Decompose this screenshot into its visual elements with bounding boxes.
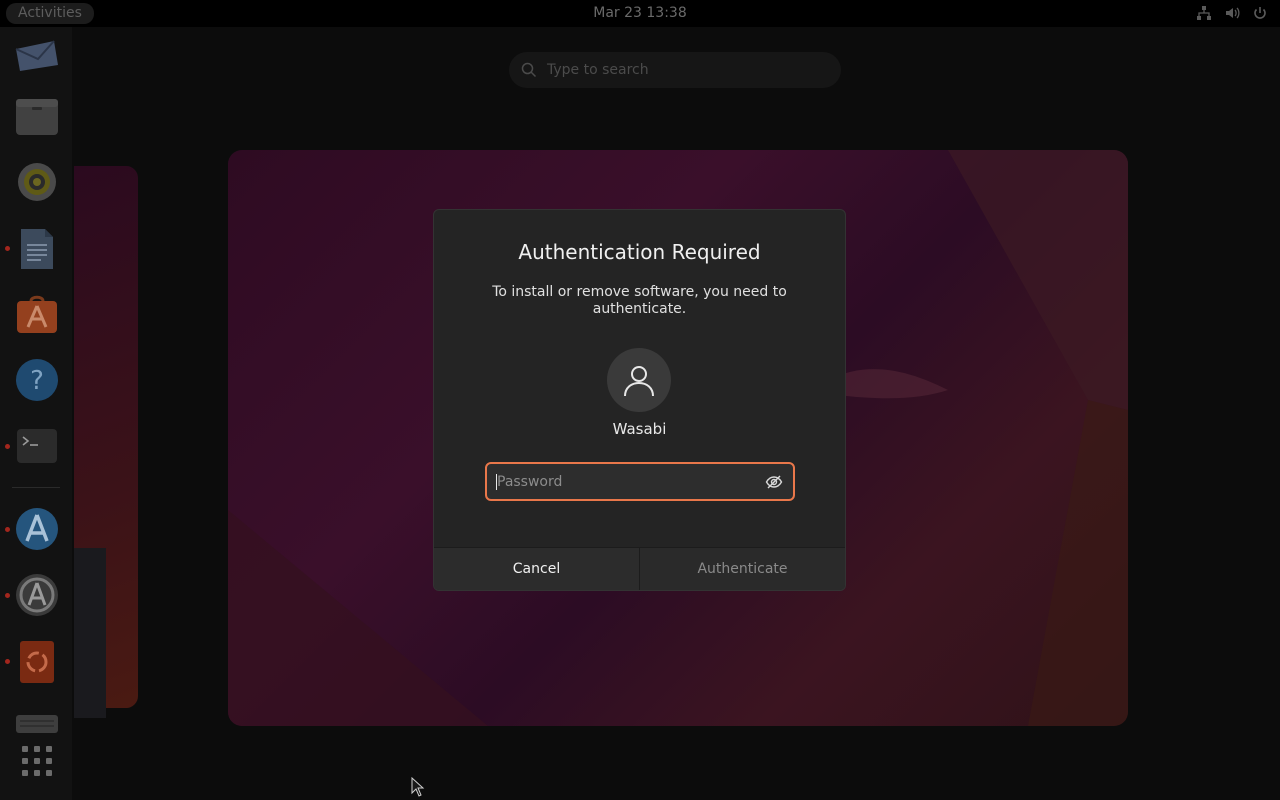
avatar: [607, 348, 671, 412]
window-thumbnail[interactable]: [74, 548, 106, 718]
clock-label[interactable]: Mar 23 13:38: [593, 5, 686, 21]
password-placeholder: Password: [497, 473, 563, 490]
password-input[interactable]: Password: [485, 462, 795, 501]
svg-text:?: ?: [30, 366, 44, 396]
running-indicator: [5, 527, 10, 532]
app-center-icon[interactable]: [13, 505, 61, 553]
clock: Mar 23 13:38: [0, 0, 1280, 26]
search-input[interactable]: Type to search: [509, 52, 841, 88]
dialog-message: To install or remove software, you need …: [492, 284, 787, 317]
network-icon[interactable]: [1196, 5, 1212, 21]
software-store-icon[interactable]: [13, 290, 61, 338]
search-placeholder: Type to search: [547, 62, 649, 78]
running-indicator: [5, 659, 10, 664]
running-indicator: [5, 444, 10, 449]
files-icon[interactable]: [13, 93, 61, 141]
top-bar: Activities Mar 23 13:38: [0, 0, 1280, 27]
thunderbird-icon[interactable]: [13, 31, 61, 79]
activities-button[interactable]: Activities: [6, 3, 94, 24]
user-icon: [624, 366, 654, 397]
dialog-buttons: Cancel Authenticate: [434, 547, 845, 590]
dialog-title: Authentication Required: [518, 240, 761, 264]
help-icon[interactable]: ?: [13, 356, 61, 404]
user-name: Wasabi: [612, 420, 667, 438]
rhythmbox-icon[interactable]: [13, 158, 61, 206]
terminal-icon[interactable]: [13, 422, 61, 470]
reveal-password-icon[interactable]: [765, 473, 783, 491]
mouse-pointer-icon: [411, 777, 425, 797]
authentication-dialog: Authentication Required To install or re…: [433, 209, 846, 591]
software-updater-icon[interactable]: [13, 571, 61, 619]
authenticate-button[interactable]: Authenticate: [640, 548, 845, 590]
writer-icon[interactable]: [13, 225, 61, 273]
dock: ?: [0, 27, 72, 800]
system-tray[interactable]: [1196, 4, 1268, 22]
dock-separator: [12, 487, 60, 488]
cancel-button[interactable]: Cancel: [434, 548, 640, 590]
search-icon: [521, 62, 537, 78]
power-icon[interactable]: [1252, 5, 1268, 21]
running-indicator: [5, 246, 10, 251]
running-indicator: [5, 593, 10, 598]
show-apps-icon[interactable]: [13, 737, 61, 785]
ubuntu-installer-icon[interactable]: [13, 638, 61, 686]
volume-icon[interactable]: [1224, 5, 1240, 21]
